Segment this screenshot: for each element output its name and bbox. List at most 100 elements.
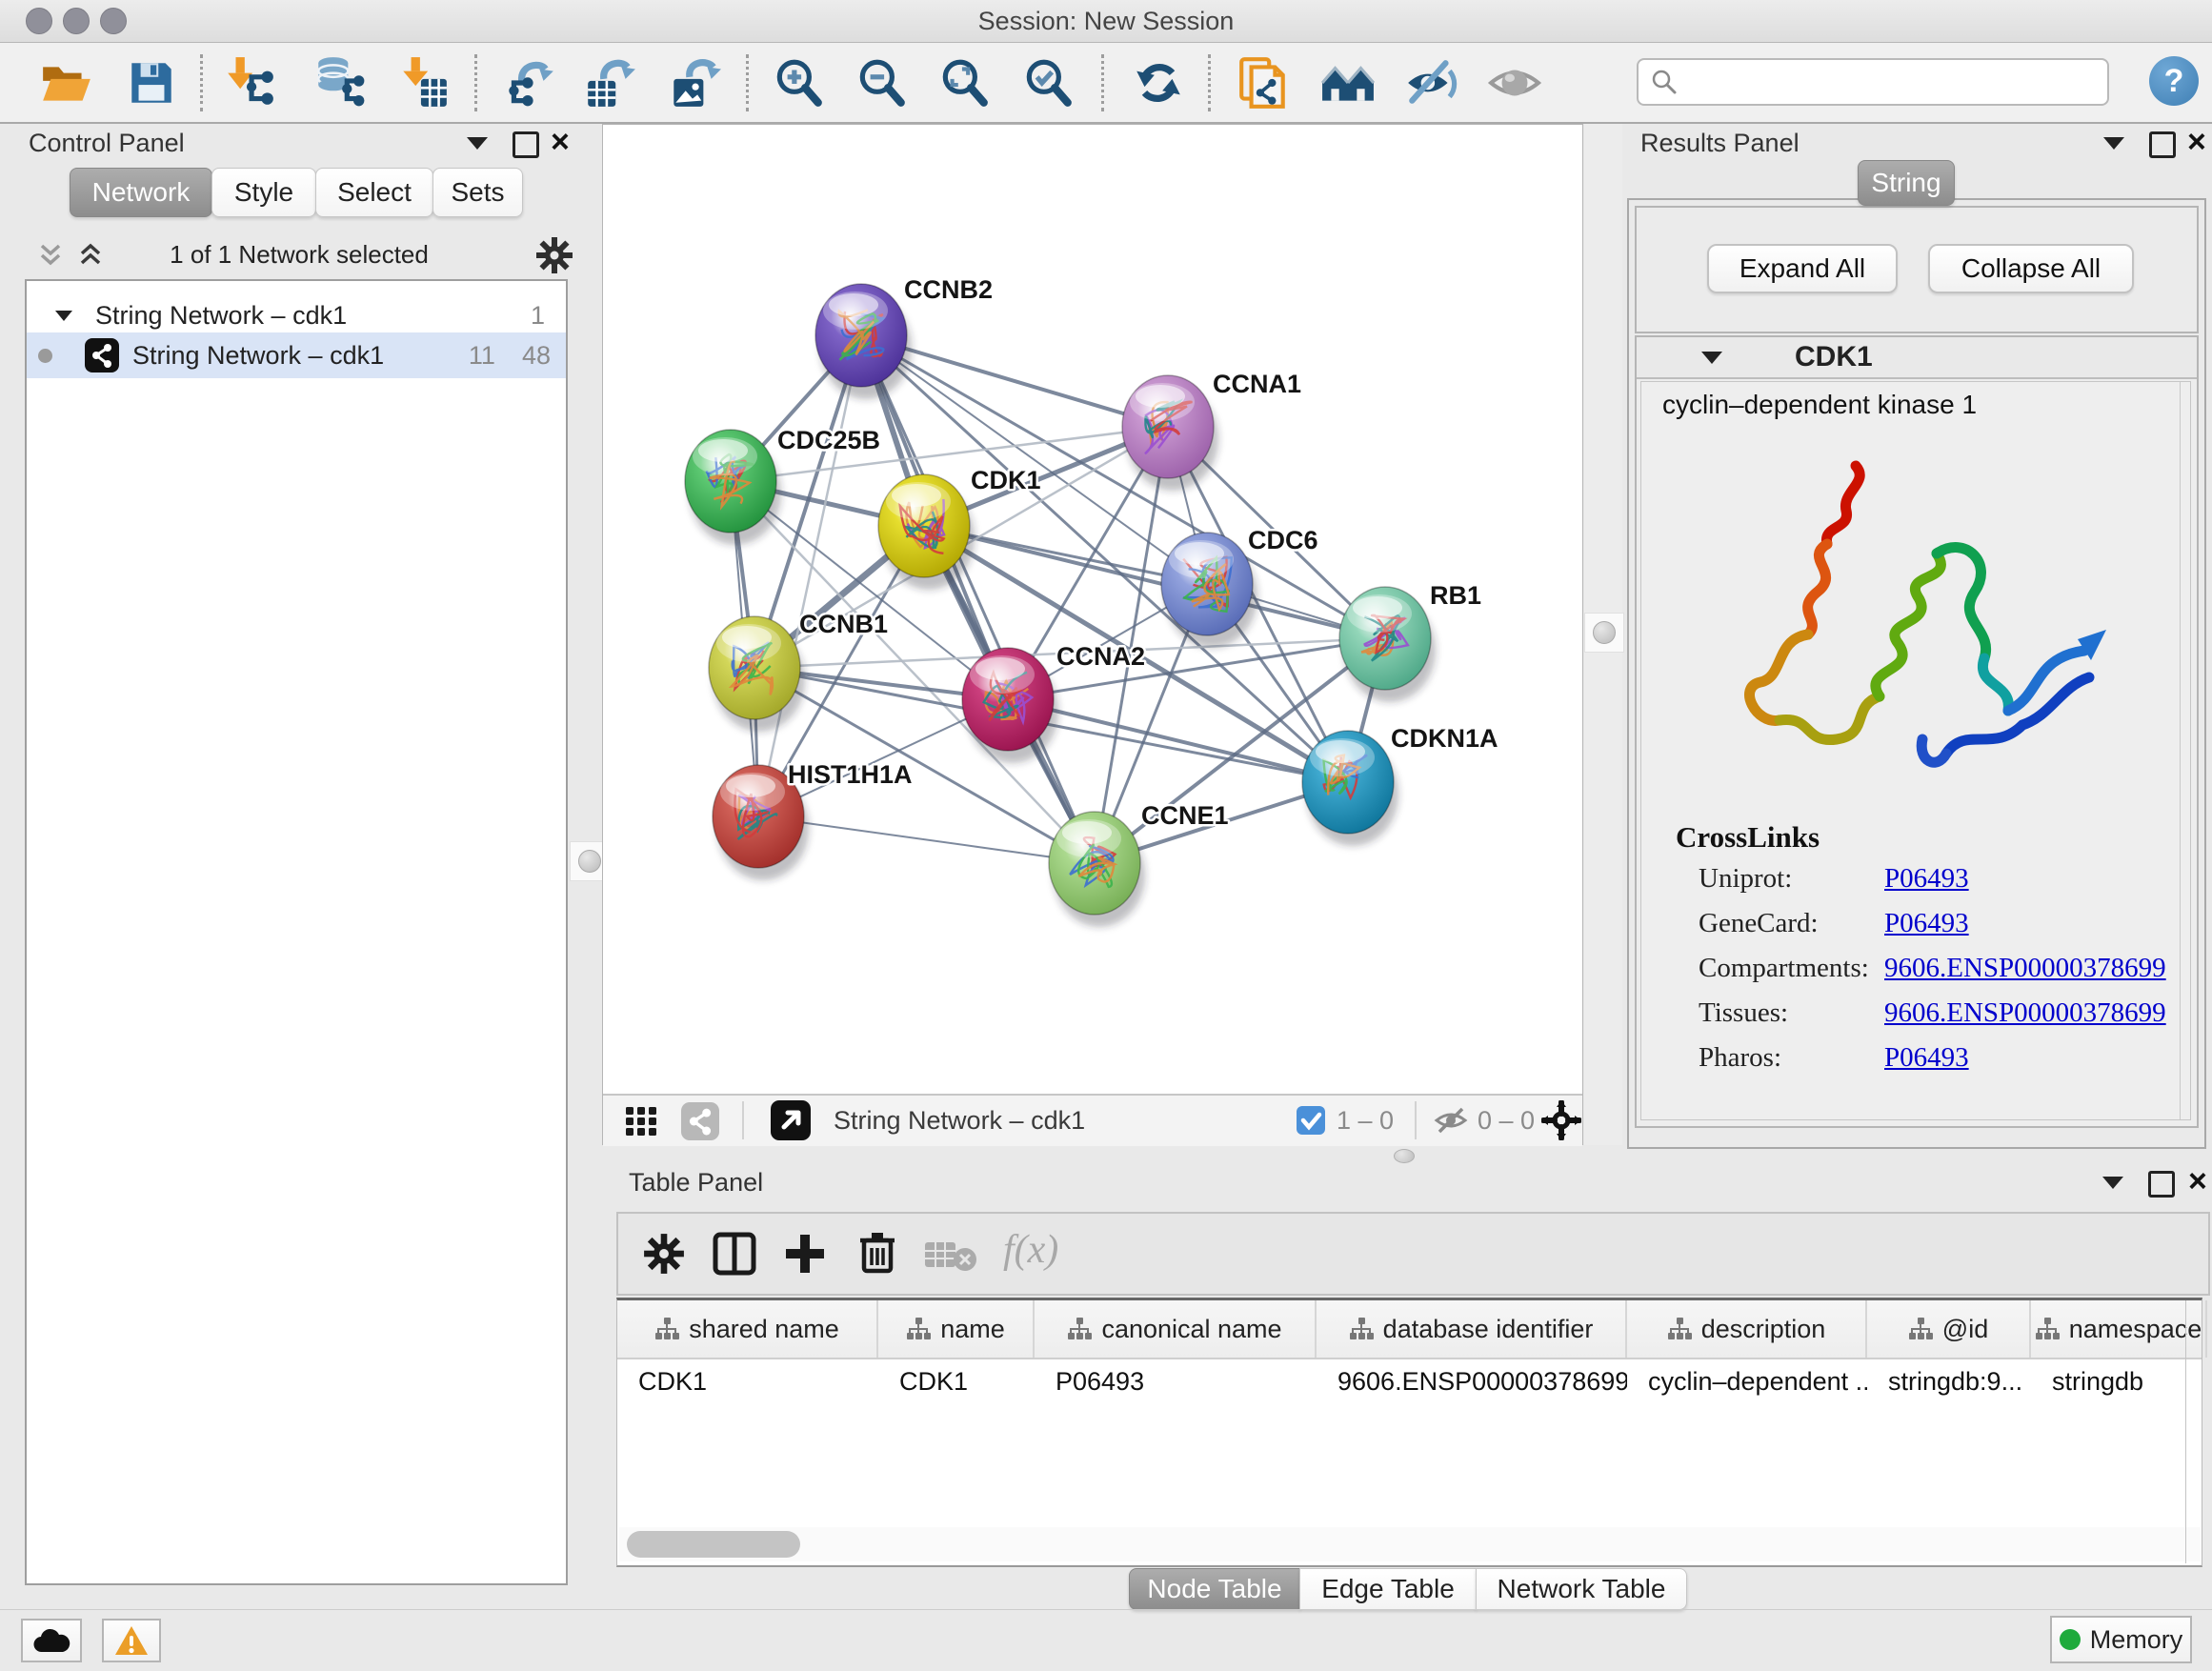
table-panel-menu-icon[interactable] xyxy=(2102,1177,2123,1189)
refresh-button[interactable] xyxy=(1131,55,1186,111)
network-node-CCNE1[interactable] xyxy=(1049,812,1145,927)
string-network-icon xyxy=(85,338,119,372)
control-panel-close-icon[interactable]: × xyxy=(551,131,570,152)
table-cell[interactable]: CDK1 xyxy=(878,1367,1035,1397)
crosslink-value-link[interactable]: P06493 xyxy=(1884,863,1969,895)
help-button[interactable]: ? xyxy=(2149,56,2199,106)
results-panel-menu-icon[interactable] xyxy=(2103,137,2124,150)
network-node-RB1[interactable] xyxy=(1339,587,1436,702)
home-view-button[interactable] xyxy=(1320,55,1376,111)
selected-checkbox-icon[interactable] xyxy=(1297,1106,1325,1135)
network-node-CDC25B[interactable] xyxy=(685,430,781,545)
export-image-button[interactable] xyxy=(666,55,721,111)
import-table-button[interactable] xyxy=(395,55,451,111)
add-column-icon[interactable] xyxy=(782,1231,828,1277)
column-header-database-identifier[interactable]: database identifier xyxy=(1317,1300,1627,1358)
network-node-CDKN1A[interactable] xyxy=(1302,731,1398,846)
zoom-selected-button[interactable] xyxy=(1020,55,1076,111)
column-header-name[interactable]: name xyxy=(878,1300,1035,1358)
zoom-out-button[interactable] xyxy=(854,55,909,111)
tab-select[interactable]: Select xyxy=(315,168,433,217)
search-input[interactable] xyxy=(1637,58,2109,106)
copy-network-button[interactable] xyxy=(1236,55,1291,111)
tab-sets[interactable]: Sets xyxy=(432,168,523,217)
results-panel-close-icon[interactable]: × xyxy=(2187,131,2206,152)
network-node-CCNA2[interactable] xyxy=(962,648,1058,763)
export-table-button[interactable] xyxy=(582,55,637,111)
network-node-CCNA1[interactable] xyxy=(1122,375,1218,491)
grid-view-icon[interactable] xyxy=(626,1107,658,1136)
network-node-CDK1[interactable] xyxy=(878,474,975,590)
show-graphics-details-button[interactable] xyxy=(1487,55,1542,111)
table-cell[interactable]: CDK1 xyxy=(617,1367,878,1397)
network-row-selected[interactable]: String Network – cdk1 11 48 xyxy=(27,332,566,378)
table-gear-icon[interactable] xyxy=(643,1233,685,1275)
network-node-CDC6[interactable] xyxy=(1161,533,1257,648)
import-network-button[interactable] xyxy=(222,55,277,111)
network-edge xyxy=(758,335,861,816)
control-panel-float-icon[interactable] xyxy=(513,131,539,158)
memory-button[interactable]: Memory xyxy=(2050,1616,2192,1663)
save-session-button[interactable] xyxy=(124,55,179,111)
zoom-fit-button[interactable] xyxy=(936,55,992,111)
crosslink-value-link[interactable]: P06493 xyxy=(1884,908,1969,939)
cloud-button[interactable] xyxy=(21,1619,82,1662)
fit-selected-crosshair-icon[interactable] xyxy=(1541,1100,1581,1140)
crosslink-label: Compartments: xyxy=(1699,953,1869,984)
hide-graphics-details-button[interactable] xyxy=(1404,55,1459,111)
table-panel-close-icon[interactable]: × xyxy=(2188,1171,2207,1192)
export-table-icon xyxy=(582,55,637,111)
column-header-description[interactable]: description xyxy=(1627,1300,1867,1358)
column-type-icon xyxy=(1349,1317,1374,1341)
column-header-shared-name[interactable]: shared name xyxy=(617,1300,878,1358)
horizontal-scrollbar[interactable] xyxy=(619,1527,2201,1561)
column-header--id[interactable]: @id xyxy=(1867,1300,2031,1358)
gear-icon[interactable] xyxy=(535,236,573,274)
network-node-CCNB2[interactable] xyxy=(815,284,912,399)
gene-card-collapse-icon[interactable] xyxy=(1701,352,1722,364)
select-columns-icon[interactable] xyxy=(712,1231,757,1277)
share-view-icon[interactable] xyxy=(681,1102,719,1140)
control-panel-menu-icon[interactable] xyxy=(467,137,488,150)
network-collection-row[interactable]: String Network – cdk1 1 xyxy=(27,292,566,338)
vertical-scrollbar[interactable] xyxy=(2185,1300,2186,1563)
expand-all-button[interactable]: Expand All xyxy=(1707,244,1898,293)
tab-network[interactable]: Network xyxy=(70,168,212,217)
table-panel-float-icon[interactable] xyxy=(2148,1171,2175,1198)
open-session-button[interactable] xyxy=(39,55,94,111)
collection-expand-icon[interactable] xyxy=(55,311,72,321)
table-cell[interactable]: stringdb xyxy=(2031,1367,2207,1397)
column-type-icon xyxy=(1908,1317,1933,1341)
tab-node-table[interactable]: Node Table xyxy=(1129,1568,1300,1610)
results-scrollbar[interactable] xyxy=(2180,382,2181,1119)
table-cell[interactable]: P06493 xyxy=(1035,1367,1317,1397)
warning-button[interactable] xyxy=(102,1619,161,1662)
zoom-in-button[interactable] xyxy=(771,55,826,111)
gene-card-header[interactable]: CDK1 xyxy=(1637,337,2197,379)
delete-column-icon[interactable] xyxy=(855,1229,900,1275)
tab-style[interactable]: Style xyxy=(211,168,316,217)
import-network-from-database-button[interactable] xyxy=(312,55,367,111)
crosslink-label: Tissues: xyxy=(1699,997,1788,1029)
right-splitter-handle[interactable] xyxy=(1584,613,1624,653)
column-header-canonical-name[interactable]: canonical name xyxy=(1035,1300,1317,1358)
tab-string[interactable]: String xyxy=(1858,160,1955,206)
results-panel-float-icon[interactable] xyxy=(2149,131,2176,158)
crosslink-value-link[interactable]: P06493 xyxy=(1884,1042,1969,1074)
tab-edge-table[interactable]: Edge Table xyxy=(1299,1568,1477,1610)
network-canvas[interactable]: CCNB2CCNA1CDC25BCDK1CDC6RB1CCNB1CCNA2CDK… xyxy=(603,125,1582,1093)
node-label-CDK1: CDK1 xyxy=(971,466,1041,494)
table-cell[interactable]: stringdb:9... xyxy=(1867,1367,2031,1397)
crosslink-value-link[interactable]: 9606.ENSP00000378699 xyxy=(1884,953,2166,984)
tab-network-table[interactable]: Network Table xyxy=(1476,1568,1687,1610)
column-header-namespace[interactable]: namespace xyxy=(2031,1300,2207,1358)
open-in-window-icon[interactable] xyxy=(771,1100,811,1140)
table-row[interactable]: CDK1CDK1P064939606.ENSP00000378699cyclin… xyxy=(617,1359,2202,1403)
collapse-all-button[interactable]: Collapse All xyxy=(1928,244,2134,293)
column-type-icon xyxy=(1667,1317,1692,1341)
table-cell[interactable]: 9606.ENSP00000378699 xyxy=(1317,1367,1627,1397)
node-label-CCNA2: CCNA2 xyxy=(1056,642,1145,671)
table-cell[interactable]: cyclin–dependent ... xyxy=(1627,1367,1867,1397)
export-network-button[interactable] xyxy=(502,55,557,111)
crosslink-value-link[interactable]: 9606.ENSP00000378699 xyxy=(1884,997,2166,1029)
